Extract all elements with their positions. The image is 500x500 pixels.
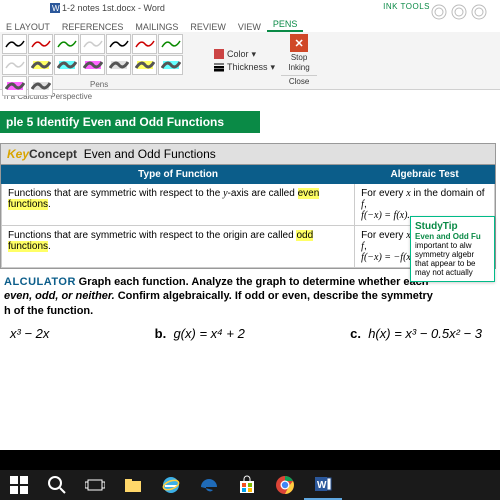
col-test: Algebraic Test xyxy=(355,166,495,184)
search-button[interactable] xyxy=(38,470,76,500)
store-button[interactable] xyxy=(228,470,266,500)
pen-swatch[interactable] xyxy=(158,34,183,54)
tab-view[interactable]: VIEW xyxy=(232,22,267,32)
word-icon: W xyxy=(50,3,60,13)
start-button[interactable] xyxy=(0,470,38,500)
pen-swatch[interactable] xyxy=(54,34,79,54)
taskview-button[interactable] xyxy=(76,470,114,500)
pen-swatch[interactable] xyxy=(80,34,105,54)
color-icon xyxy=(214,49,224,59)
color-dropdown[interactable]: Color▾ xyxy=(214,49,275,60)
header-fragment: n a Calculus Perspective xyxy=(0,90,500,103)
problem-b: b. g(x) = x⁴ + 2 xyxy=(155,326,245,341)
study-tip-box: StudyTip Even and Odd Fu important to al… xyxy=(410,216,495,282)
taskbar: W xyxy=(0,470,500,500)
pen-swatch[interactable] xyxy=(80,55,105,75)
close-icon: ✕ xyxy=(290,34,308,52)
ribbon: Pens Color▾ Thickness▾ ✕ Stop Inking Clo… xyxy=(0,32,500,90)
title-bar: W 1-2 notes 1st.docx - Word INK TOOLS xyxy=(0,0,500,16)
tab-pens[interactable]: PENS xyxy=(267,19,304,32)
thickness-icon xyxy=(214,62,224,72)
pen-swatch[interactable] xyxy=(132,34,157,54)
tab-references[interactable]: REFERENCES xyxy=(56,22,130,32)
pen-swatch[interactable] xyxy=(54,55,79,75)
tab-review[interactable]: REVIEW xyxy=(184,22,232,32)
key-concept-box: KeyConcept Even and Odd Functions Type o… xyxy=(0,143,496,269)
document-area[interactable]: n a Calculus Perspective ple 5 Identify … xyxy=(0,90,500,470)
tab-mailings[interactable]: MAILINGS xyxy=(129,22,184,32)
pen-swatch[interactable] xyxy=(106,55,131,75)
pens-group-label: Pens xyxy=(90,80,108,89)
key-concept-header: KeyConcept Even and Odd Functions xyxy=(1,144,495,165)
ribbon-tabs: E LAYOUT REFERENCES MAILINGS REVIEW VIEW… xyxy=(0,16,500,32)
document-title: 1-2 notes 1st.docx - Word xyxy=(62,3,165,13)
video-control-bar[interactable] xyxy=(0,450,500,470)
pen-swatch[interactable] xyxy=(2,55,27,75)
pen-options: Color▾ Thickness▾ xyxy=(210,32,279,89)
problems-row: x³ − 2x b. g(x) = x⁴ + 2 c. h(x) = x³ − … xyxy=(0,324,500,343)
problem-c: c. h(x) = x³ − 0.5x² − 3 xyxy=(350,326,482,341)
pen-swatch[interactable] xyxy=(2,76,27,96)
pen-swatch[interactable] xyxy=(2,34,27,54)
pen-swatch[interactable] xyxy=(106,34,131,54)
ink-tools-label: INK TOOLS xyxy=(383,2,430,11)
svg-text:W: W xyxy=(317,480,327,491)
stop-inking-button[interactable]: ✕ Stop Inking Close xyxy=(279,32,319,89)
pen-swatch[interactable] xyxy=(132,55,157,75)
pen-swatch[interactable] xyxy=(158,55,183,75)
watermark-decoration xyxy=(430,0,500,24)
chrome-button[interactable] xyxy=(266,470,304,500)
tab-page-layout[interactable]: E LAYOUT xyxy=(0,22,56,32)
thickness-dropdown[interactable]: Thickness▾ xyxy=(214,62,275,73)
example-header: ple 5 Identify Even and Odd Functions xyxy=(0,111,260,133)
svg-text:W: W xyxy=(52,4,60,13)
pen-gallery xyxy=(0,32,210,78)
pen-swatch[interactable] xyxy=(28,55,53,75)
edge-button[interactable] xyxy=(190,470,228,500)
file-explorer-button[interactable] xyxy=(114,470,152,500)
ie-button[interactable] xyxy=(152,470,190,500)
pen-swatch[interactable] xyxy=(28,76,53,96)
problem-a: x³ − 2x xyxy=(10,326,49,341)
col-type: Type of Function xyxy=(2,166,355,184)
word-button[interactable]: W xyxy=(304,470,342,500)
pen-swatch[interactable] xyxy=(28,34,53,54)
